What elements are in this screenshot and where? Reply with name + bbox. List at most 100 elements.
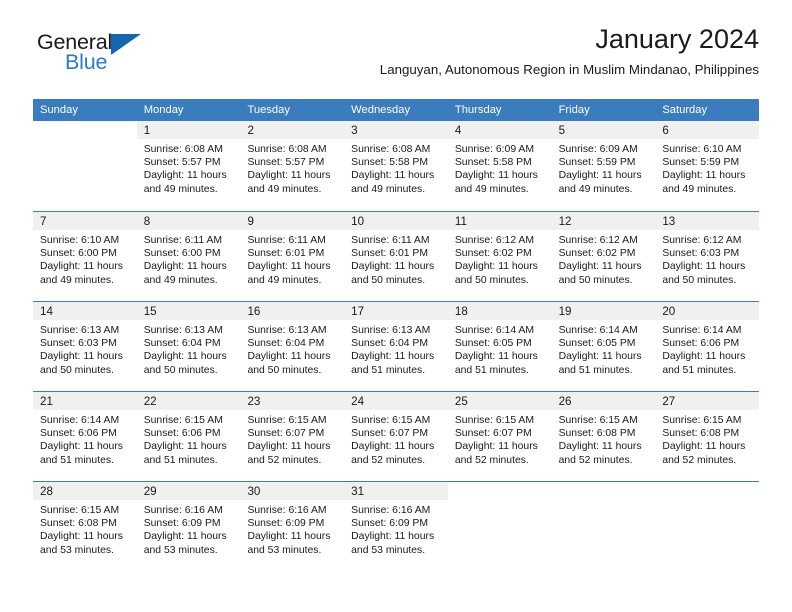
calendar-day-cell[interactable]: 7 Sunrise: 6:10 AM Sunset: 6:00 PM Daylight… — [33, 212, 137, 301]
sun-info: Sunrise: 6:14 AM Sunset: 6:06 PM Daylight:… — [655, 320, 759, 377]
calendar-day-cell[interactable]: 25 Sunrise: 6:15 AM Sunset: 6:07 PM Dayligh… — [447, 392, 552, 481]
calendar-day-cell[interactable]: 28 Sunrise: 6:15 AM Sunset: 6:08 PM Dayligh… — [33, 482, 137, 571]
sunrise-text: Sunrise: 6:14 AM — [40, 415, 120, 426]
day-number: 13 — [662, 215, 676, 228]
calendar-day-cell[interactable]: 26 Sunrise: 6:15 AM Sunset: 6:08 PM Dayligh… — [551, 392, 656, 481]
calendar-cell-empty — [33, 121, 137, 211]
day-number: 14 — [40, 305, 53, 318]
sunset-text: Sunset: 6:03 PM — [662, 248, 740, 260]
daylight-text-line2: and 49 minutes. — [558, 183, 633, 195]
sun-info: Sunrise: 6:15 AM Sunset: 6:07 PM Daylight:… — [344, 410, 448, 467]
day-number-band: 20 — [655, 302, 760, 320]
calendar-day-cell[interactable]: 15 Sunrise: 6:13 AM Sunset: 6:04 PM Dayligh… — [136, 302, 241, 391]
calendar-day-cell[interactable]: 14 Sunrise: 6:13 AM Sunset: 6:03 PM Dayligh… — [33, 302, 137, 391]
calendar-day-cell[interactable]: 27 Sunrise: 6:15 AM Sunset: 6:08 PM Dayligh… — [655, 392, 760, 481]
calendar-day-cell[interactable]: 8 Sunrise: 6:11 AM Sunset: 6:00 PM Daylight… — [136, 212, 241, 301]
sunrise-text: Sunrise: 6:09 AM — [454, 144, 535, 155]
sun-info: Sunrise: 6:10 AM Sunset: 5:59 PM Daylight:… — [655, 139, 759, 196]
sunrise-text: Sunrise: 6:12 AM — [662, 235, 742, 246]
daylight-text-line1: Daylight: 11 hours — [351, 441, 435, 453]
daylight-text-line1: Daylight: 11 hours — [143, 170, 227, 182]
daylight-text-line1: Daylight: 11 hours — [247, 441, 331, 453]
daylight-text-line1: Daylight: 11 hours — [247, 261, 331, 273]
day-number-band: 14 — [33, 302, 137, 320]
sun-info: Sunrise: 6:12 AM Sunset: 6:02 PM Daylight:… — [448, 230, 552, 287]
sunset-text: Sunset: 6:07 PM — [454, 428, 532, 440]
calendar-day-cell[interactable]: 4 Sunrise: 6:09 AM Sunset: 5:58 PM Daylight… — [447, 121, 552, 211]
calendar-day-cell[interactable]: 19 Sunrise: 6:14 AM Sunset: 6:05 PM Dayligh… — [551, 302, 656, 391]
daylight-text-line2: and 53 minutes. — [351, 544, 426, 556]
sunset-text: Sunset: 6:09 PM — [143, 518, 221, 530]
calendar-day-cell[interactable]: 24 Sunrise: 6:15 AM Sunset: 6:07 PM Dayligh… — [344, 392, 448, 481]
day-number: 31 — [351, 485, 365, 498]
daylight-text-line1: Daylight: 11 hours — [40, 531, 123, 543]
calendar-day-cell[interactable]: 17 Sunrise: 6:13 AM Sunset: 6:04 PM Dayligh… — [344, 302, 448, 391]
calendar-day-cell[interactable]: 6 Sunrise: 6:10 AM Sunset: 5:59 PM Daylight… — [655, 121, 760, 211]
calendar-day-cell[interactable]: 20 Sunrise: 6:14 AM Sunset: 6:06 PM Dayligh… — [655, 302, 760, 391]
calendar-day-cell[interactable]: 10 Sunrise: 6:11 AM Sunset: 6:01 PM Dayligh… — [344, 212, 448, 301]
sun-info: Sunrise: 6:15 AM Sunset: 6:08 PM Daylight:… — [33, 500, 137, 557]
calendar-day-cell[interactable]: 18 Sunrise: 6:14 AM Sunset: 6:05 PM Dayligh… — [447, 302, 552, 391]
daylight-text-line1: Daylight: 11 hours — [40, 351, 123, 363]
calendar-day-cell[interactable]: 21 Sunrise: 6:14 AM Sunset: 6:06 PM Dayligh… — [33, 392, 137, 481]
sun-info: Sunrise: 6:15 AM Sunset: 6:08 PM Daylight:… — [655, 410, 759, 467]
calendar-day-cell[interactable]: 22 Sunrise: 6:15 AM Sunset: 6:06 PM Dayligh… — [136, 392, 241, 481]
calendar-day-cell[interactable]: 11 Sunrise: 6:12 AM Sunset: 6:02 PM Dayligh… — [447, 212, 552, 301]
day-number: 4 — [454, 124, 462, 137]
sunset-text: Sunset: 5:57 PM — [143, 157, 221, 169]
logo-text-blue: Blue — [65, 50, 108, 74]
day-number-band: 7 — [33, 212, 137, 230]
calendar-week-row: 1 Sunrise: 6:08 AM Sunset: 5:57 PM Daylight… — [33, 121, 760, 211]
daylight-text-line1: Daylight: 11 hours — [351, 261, 435, 273]
day-number-band — [655, 482, 759, 500]
sun-info: Sunrise: 6:13 AM Sunset: 6:04 PM Daylight:… — [344, 320, 448, 377]
calendar-day-cell[interactable]: 2 Sunrise: 6:08 AM Sunset: 5:57 PM Daylight… — [240, 121, 345, 211]
sunrise-text: Sunrise: 6:15 AM — [351, 415, 431, 426]
calendar-day-cell[interactable]: 31 Sunrise: 6:16 AM Sunset: 6:09 PM Dayligh… — [344, 482, 448, 571]
day-number-band: 1 — [136, 121, 241, 139]
sunset-text: Sunset: 6:07 PM — [247, 428, 325, 440]
sunrise-text: Sunrise: 6:10 AM — [662, 144, 742, 155]
daylight-text-line1: Daylight: 11 hours — [662, 261, 746, 273]
sun-info: Sunrise: 6:08 AM Sunset: 5:58 PM Daylight:… — [344, 139, 448, 196]
day-number: 11 — [454, 215, 467, 228]
general-blue-logo[interactable]: General Blue — [37, 30, 167, 80]
sunset-text: Sunset: 5:58 PM — [454, 157, 532, 169]
calendar-day-cell[interactable]: 30 Sunrise: 6:16 AM Sunset: 6:09 PM Dayligh… — [240, 482, 345, 571]
sunset-text: Sunset: 6:02 PM — [454, 248, 532, 260]
sunset-text: Sunset: 6:04 PM — [143, 338, 221, 350]
calendar-day-cell[interactable]: 5 Sunrise: 6:09 AM Sunset: 5:59 PM Daylight… — [551, 121, 656, 211]
sunrise-text: Sunrise: 6:14 AM — [454, 325, 535, 336]
calendar-day-cell[interactable]: 1 Sunrise: 6:08 AM Sunset: 5:57 PM Daylight… — [136, 121, 241, 211]
day-number: 10 — [351, 215, 365, 228]
daylight-text-line2: and 49 minutes. — [662, 183, 737, 195]
calendar-day-cell[interactable]: 29 Sunrise: 6:16 AM Sunset: 6:09 PM Dayligh… — [136, 482, 241, 571]
daylight-text-line1: Daylight: 11 hours — [247, 531, 331, 543]
calendar-day-cell[interactable]: 9 Sunrise: 6:11 AM Sunset: 6:01 PM Daylight… — [240, 212, 345, 301]
daylight-text-line1: Daylight: 11 hours — [143, 261, 227, 273]
calendar-day-cell[interactable]: 3 Sunrise: 6:08 AM Sunset: 5:58 PM Daylight… — [344, 121, 448, 211]
daylight-text-line1: Daylight: 11 hours — [40, 261, 123, 273]
calendar-day-cell[interactable]: 12 Sunrise: 6:12 AM Sunset: 6:02 PM Dayligh… — [551, 212, 656, 301]
daylight-text-line2: and 50 minutes. — [662, 274, 737, 286]
daylight-text-line2: and 52 minutes. — [351, 454, 426, 466]
sunset-text: Sunset: 6:01 PM — [351, 248, 428, 260]
sunrise-text: Sunrise: 6:13 AM — [143, 325, 223, 336]
sunrise-text: Sunrise: 6:12 AM — [558, 235, 638, 246]
sun-info: Sunrise: 6:14 AM Sunset: 6:05 PM Daylight:… — [448, 320, 552, 377]
day-number: 16 — [247, 305, 261, 318]
calendar-day-cell[interactable]: 23 Sunrise: 6:15 AM Sunset: 6:07 PM Dayligh… — [240, 392, 345, 481]
sun-info: Sunrise: 6:15 AM Sunset: 6:07 PM Daylight:… — [448, 410, 552, 467]
calendar-day-cell[interactable]: 13 Sunrise: 6:12 AM Sunset: 6:03 PM Dayligh… — [655, 212, 760, 301]
daylight-text-line1: Daylight: 11 hours — [454, 441, 538, 453]
daylight-text-line1: Daylight: 11 hours — [143, 531, 227, 543]
day-number: 6 — [662, 124, 669, 137]
day-number-band: 24 — [344, 392, 448, 410]
day-number: 20 — [662, 305, 676, 318]
daylight-text-line1: Daylight: 11 hours — [143, 441, 227, 453]
sun-info: Sunrise: 6:14 AM Sunset: 6:06 PM Daylight:… — [33, 410, 137, 467]
sun-info: Sunrise: 6:15 AM Sunset: 6:07 PM Daylight:… — [240, 410, 344, 467]
page-title: January 2024 — [595, 24, 759, 54]
calendar-day-cell[interactable]: 16 Sunrise: 6:13 AM Sunset: 6:04 PM Dayligh… — [240, 302, 345, 391]
daylight-text-line1: Daylight: 11 hours — [40, 441, 123, 453]
